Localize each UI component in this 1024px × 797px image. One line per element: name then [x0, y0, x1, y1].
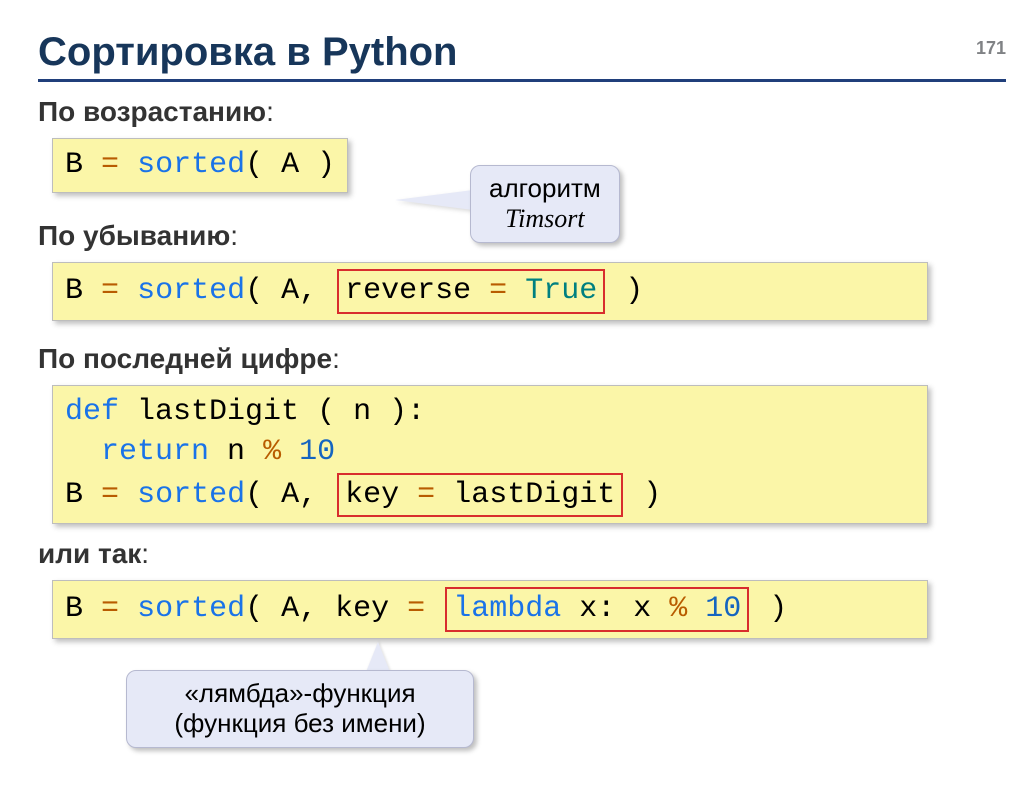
paren-open: (: [245, 274, 263, 308]
label-lastdigit: По последней цифре:: [38, 343, 1024, 375]
lambda-body: x: x: [561, 592, 651, 626]
code-lastdigit: def lastDigit ( n ): return n % 10 B = s…: [52, 385, 928, 525]
op-eq: =: [101, 148, 119, 182]
highlight-reverse: reverse = True: [337, 269, 605, 314]
fn-sorted: sorted: [137, 592, 245, 626]
callout-tail-icon: [395, 190, 473, 210]
num-10: 10: [705, 592, 741, 626]
callout-lambda: «лямбда»-функция (функция без имени): [126, 670, 474, 748]
op-eq: =: [101, 478, 119, 512]
var-b: B: [65, 592, 83, 626]
label-text: По возрастанию: [38, 96, 266, 127]
op-eq: =: [101, 274, 119, 308]
expr-n: n: [209, 435, 245, 469]
fn-args: ( n ):: [317, 395, 425, 429]
op-eq: =: [101, 592, 119, 626]
label-text: или так: [38, 538, 141, 569]
var-b: B: [65, 148, 83, 182]
kw-reverse: reverse: [345, 274, 471, 308]
highlight-lambda: lambda x: x % 10: [445, 587, 749, 632]
paren-close: ): [607, 274, 643, 308]
op-eq: =: [417, 478, 435, 512]
kw-key: key: [345, 478, 399, 512]
callout-line1: «лямбда»-функция: [145, 679, 455, 709]
label-text: По убыванию: [38, 220, 230, 251]
label-text: По последней цифре: [38, 343, 332, 374]
paren-close: ): [317, 148, 335, 182]
op-pct: %: [263, 435, 281, 469]
kw-true: True: [525, 274, 597, 308]
var-b: B: [65, 478, 83, 512]
callout-line2: (функция без имени): [145, 709, 455, 739]
callout-line1: алгоритм: [489, 174, 601, 204]
kw-lambda: lambda: [453, 592, 561, 626]
label-ascending: По возрастанию:: [38, 96, 1024, 128]
paren-close: ): [751, 592, 787, 626]
kw-return: return: [101, 435, 209, 469]
callout-line2: Timsort: [489, 204, 601, 234]
code-lambda: B = sorted( A, key = lambda x: x % 10 ): [52, 580, 928, 639]
arg-a: A: [263, 148, 317, 182]
label-colon: :: [266, 96, 274, 127]
code-ascending: B = sorted( A ): [52, 138, 348, 193]
paren-close: ): [625, 478, 661, 512]
title-underline: [38, 79, 1006, 82]
fn-sorted: sorted: [137, 148, 245, 182]
callout-timsort: алгоритм Timsort: [470, 165, 620, 243]
op-eq: =: [489, 274, 507, 308]
code-descending: B = sorted( A, reverse = True ): [52, 262, 928, 321]
paren-open: (: [245, 592, 263, 626]
fn-sorted: sorted: [137, 478, 245, 512]
label-colon: :: [332, 343, 340, 374]
arg-akey: A, key: [263, 592, 389, 626]
op-eq: =: [407, 592, 425, 626]
key-val: lastDigit: [453, 478, 615, 512]
kw-def: def: [65, 395, 119, 429]
paren-open: (: [245, 148, 263, 182]
num-10: 10: [299, 435, 335, 469]
paren-open: (: [245, 478, 263, 512]
label-colon: :: [230, 220, 238, 251]
op-pct: %: [669, 592, 687, 626]
var-b: B: [65, 274, 83, 308]
fn-name: lastDigit: [119, 395, 317, 429]
page-number: 171: [976, 38, 1006, 59]
callout-tail-icon: [366, 642, 390, 672]
fn-sorted: sorted: [137, 274, 245, 308]
arg-a: A,: [263, 274, 335, 308]
slide-title: Сортировка в Python: [38, 30, 1024, 75]
label-colon: :: [141, 538, 149, 569]
label-or: или так:: [38, 538, 1024, 570]
arg-a: A,: [263, 478, 335, 512]
highlight-key: key = lastDigit: [337, 473, 623, 518]
